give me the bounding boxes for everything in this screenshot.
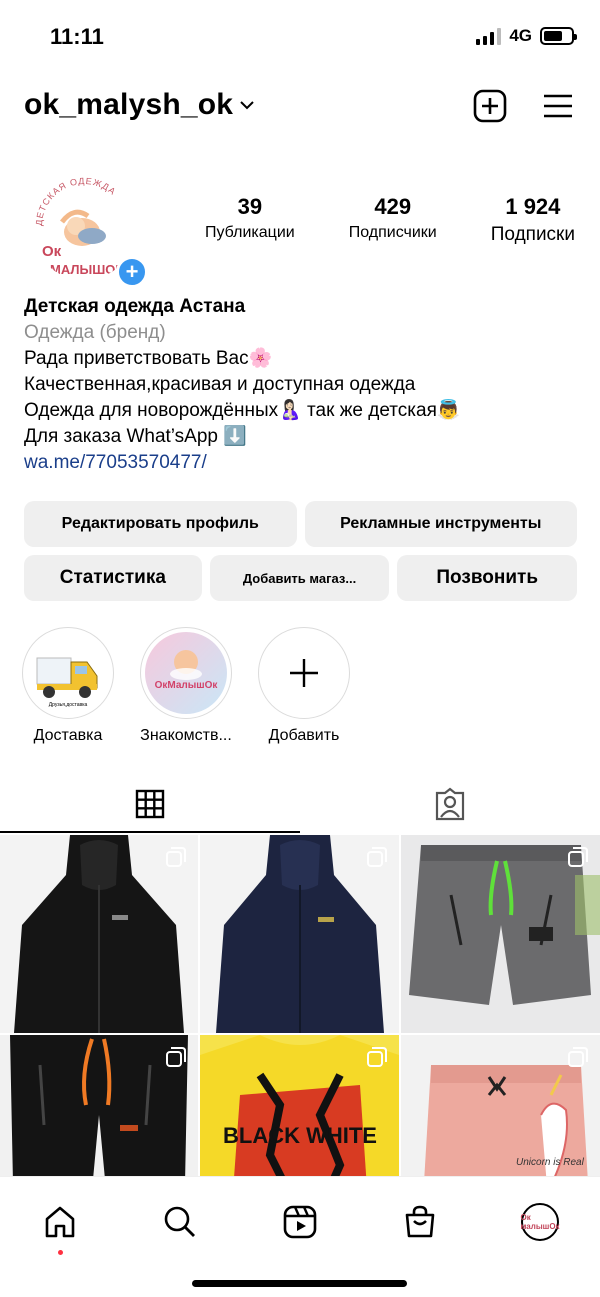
highlight-label: Добавить [268,727,340,744]
status-indicators: 4G [476,26,577,46]
add-story-plus-icon[interactable]: + [116,256,148,288]
highlight-delivery[interactable]: Друзья,доставка Доставка [20,627,116,745]
profile-category: Одежда (бренд) [24,322,166,343]
plus-square-icon [473,89,507,123]
nav-profile[interactable]: Ок малышОк [515,1197,565,1247]
tshirt-print-text: BLACK WHITE [223,1123,377,1148]
username: ok_malysh_ok [24,88,234,121]
post-thumbnail[interactable] [200,835,399,1033]
post-thumbnail[interactable] [401,835,600,1033]
posts-grid: BLACK WHITE Unicorn is Real [0,835,600,1233]
profile-bio: Детская одежда Астана Одежда (бренд) Рад… [24,294,584,476]
stat-followers[interactable]: 429 Подписчики [349,194,437,246]
plus-icon [290,659,318,687]
highlight-label: Доставка [33,727,103,744]
insights-button[interactable]: Статистика [24,555,202,601]
story-highlights: Друзья,доставка Доставка ОкМалышОк Знако… [20,627,352,745]
stat-label: Подписчики [348,224,437,241]
carousel-icon [367,847,387,867]
logo-caption: ОкМалышОк [155,680,219,691]
username-switcher[interactable]: ok_malysh_ok [24,88,255,122]
profile-avatar-icon: Ок малышОк [520,1203,560,1241]
nav-reels[interactable] [275,1197,325,1247]
highlight-ring: Друзья,доставка [22,627,114,719]
ad-tools-button[interactable]: Рекламные инструменты [304,501,577,547]
search-icon [164,1206,195,1237]
reels-icon [283,1205,317,1239]
highlight-add[interactable]: Добавить [256,627,352,745]
hamburger-icon [544,94,572,118]
bottom-navigation: Ок малышОк [0,1176,600,1297]
add-highlight-circle [263,632,345,714]
call-button[interactable]: Позвонить [397,555,578,601]
tab-posts-grid[interactable] [0,775,300,833]
highlight-ring [258,627,350,719]
profile-actions-row-2: Статистика Добавить магаз... Позвонить [24,555,578,601]
bio-link[interactable]: wa.me/77053570477/ [24,450,584,476]
nav-search[interactable] [155,1197,205,1247]
carousel-icon [166,847,186,867]
carousel-icon [166,1047,186,1067]
tagged-person-icon [435,787,465,821]
carousel-icon [568,847,588,867]
add-shop-button[interactable]: Добавить магаз... [209,555,390,601]
battery-icon [540,27,577,45]
profile-tabs [0,775,600,833]
notification-dot [58,1250,63,1255]
signal-icon [476,27,502,45]
bio-line: Рада приветствовать Вас🌸 [24,348,273,369]
profile-header: ok_malysh_ok [0,80,600,136]
shopping-bag-icon [405,1205,435,1238]
nav-home[interactable] [35,1197,85,1255]
profile-stats: 39 Публикации 429 Подписчики 1 924 Подпи… [205,194,575,246]
grid-icon [135,789,165,819]
highlight-ring: ОкМалышОк [140,627,232,719]
post-thumbnail[interactable] [0,835,198,1033]
tab-tagged[interactable] [300,775,600,833]
status-bar: 11:11 4G [0,0,600,72]
stat-value: 429 [374,194,412,219]
shorts-print-text: Unicorn is Real [516,1157,585,1168]
truck-image: Друзья,доставка [27,632,109,714]
stat-label: Публикации [205,224,295,241]
stat-posts[interactable]: 39 Публикации [205,194,295,246]
profile-actions-row-1: Редактировать профиль Рекламные инструме… [24,501,577,547]
avatar-brand-line1: Ок [42,243,62,260]
profile-name: Детская одежда Астана [24,296,246,317]
menu-button[interactable] [540,88,576,124]
highlight-intro[interactable]: ОкМалышОк Знакомств... [138,627,234,745]
avatar-wrapper[interactable]: ДЕТСКАЯ ОДЕЖДА Ок МАЛЫШОК + [24,168,148,288]
brand-highlight-image: ОкМалышОк [145,632,227,714]
create-button[interactable] [472,88,508,124]
carousel-icon [367,1047,387,1067]
avatar-brand-line2: МАЛЫШОК [50,262,123,277]
truck-caption: Друзья,доставка [49,702,88,708]
highlight-label: Знакомств... [140,727,232,744]
chevron-down-icon [240,101,254,110]
network-type: 4G [509,26,532,45]
edit-profile-button[interactable]: Редактировать профиль [24,501,297,547]
stat-label: Подписки [490,224,575,245]
stat-value: 1 924 [505,194,561,219]
bio-line: Качественная,красивая и доступная одежда [24,374,416,395]
home-indicator [192,1280,407,1287]
stat-following[interactable]: 1 924 Подписки [491,194,575,246]
stat-value: 39 [237,194,263,219]
status-time: 11:11 [50,24,104,49]
bio-line: Одежда для новорождённых🤱🏻 так же детска… [24,400,461,421]
nav-shop[interactable] [395,1197,445,1247]
bio-line: Для заказа What’sApp ⬇️ [24,426,247,447]
carousel-icon [568,1047,588,1067]
home-icon [45,1206,75,1238]
